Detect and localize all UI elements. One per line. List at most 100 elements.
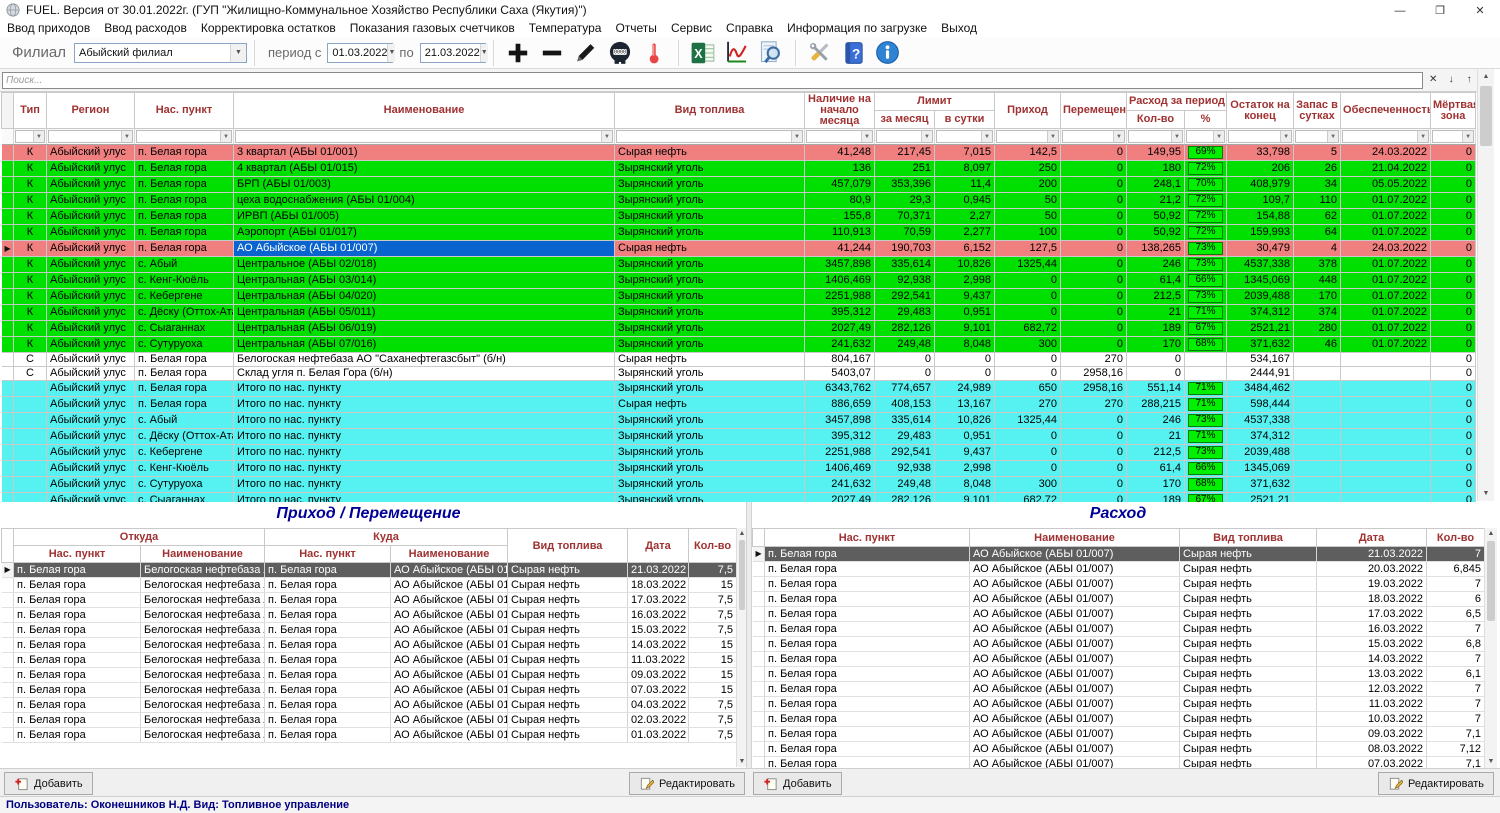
cell-type[interactable]	[14, 429, 47, 445]
expense-row[interactable]: п. Белая гораАО Абыйское (АБЫ 01/007)Сыр…	[753, 697, 1485, 712]
income-row[interactable]: п. Белая гораБелогоская нефтебаза АО "Са…	[2, 683, 737, 698]
cell-fuel[interactable]: Сырая нефть	[508, 623, 628, 638]
cell-region[interactable]: Абыйский улус	[47, 353, 135, 367]
cell-qty[interactable]: 7	[1427, 652, 1485, 667]
cell-fuel[interactable]: Сырая нефть	[1180, 637, 1317, 652]
cell-to-name[interactable]: АО Абыйское (АБЫ 01/007)	[391, 668, 508, 683]
cell-to-settlement[interactable]: п. Белая гора	[265, 638, 391, 653]
cell-transfer[interactable]: 270	[1061, 353, 1127, 367]
cell-name[interactable]: 4 квартал (АБЫ 01/015)	[234, 161, 615, 177]
cell-dead-zone[interactable]: 0	[1431, 445, 1476, 461]
col-header-days-stock[interactable]: Запас в сутках	[1294, 93, 1341, 129]
cell-date[interactable]: 10.03.2022	[1317, 712, 1427, 727]
cell-limit-daily[interactable]: 9,101	[935, 321, 995, 337]
cell-qty[interactable]: 15	[689, 683, 737, 698]
cell-name[interactable]: Склад угля п. Белая Гора (б/н)	[234, 367, 615, 381]
expense-row[interactable]: п. Белая гораАО Абыйское (АБЫ 01/007)Сыр…	[753, 682, 1485, 697]
col-header-to-settlement[interactable]: Нас. пункт	[265, 546, 391, 563]
cell-qty[interactable]: 7,5	[689, 563, 737, 578]
cell-type[interactable]	[14, 397, 47, 413]
cell-limit-daily[interactable]: 8,048	[935, 337, 995, 353]
cell-expense-pct[interactable]	[1185, 367, 1227, 381]
cell-limit-month[interactable]: 29,483	[875, 305, 935, 321]
cell-fuel[interactable]: Сырая нефть	[508, 593, 628, 608]
cell-start-balance[interactable]: 80,9	[805, 193, 875, 209]
cell-expense-qty[interactable]: 61,4	[1127, 461, 1185, 477]
cell-qty[interactable]: 6,5	[1427, 607, 1485, 622]
cell-settlement[interactable]: с. Кебергене	[135, 445, 234, 461]
cell-name[interactable]: Итого по нас. пункту	[234, 445, 615, 461]
cell-supply-until[interactable]	[1341, 461, 1431, 477]
cell-limit-month[interactable]: 70,371	[875, 209, 935, 225]
col-header-name[interactable]: Наименование	[970, 529, 1180, 547]
income-row[interactable]: п. Белая гораБелогоская нефтебаза АО "Са…	[2, 578, 737, 593]
cell-limit-daily[interactable]: 13,167	[935, 397, 995, 413]
cell-days-stock[interactable]: 34	[1294, 177, 1341, 193]
cell-expense-pct[interactable]: 72%	[1185, 225, 1227, 241]
cell-name[interactable]: АО Абыйское (АБЫ 01/007)	[234, 241, 615, 257]
cell-dead-zone[interactable]: 0	[1431, 145, 1476, 161]
cell-date[interactable]: 15.03.2022	[1317, 637, 1427, 652]
search-clear-button[interactable]: ✕	[1425, 71, 1441, 89]
cell-to-name[interactable]: АО Абыйское (АБЫ 01/007)	[391, 728, 508, 743]
cell-start-balance[interactable]: 3457,898	[805, 257, 875, 273]
cell-start-balance[interactable]: 2027,49	[805, 321, 875, 337]
cell-from-settlement[interactable]: п. Белая гора	[14, 623, 141, 638]
cell-name[interactable]: цеха водоснабжения (АБЫ 01/004)	[234, 193, 615, 209]
col-header-settlement[interactable]: Нас. пункт	[135, 93, 234, 129]
cell-limit-daily[interactable]: 2,998	[935, 461, 995, 477]
cell-settlement[interactable]: с. Кебергене	[135, 289, 234, 305]
cell-name[interactable]: Итого по нас. пункту	[234, 477, 615, 493]
cell-expense-pct[interactable]: 68%	[1185, 477, 1227, 493]
cell-from-name[interactable]: Белогоская нефтебаза АО "Са	[141, 623, 265, 638]
cell-to-settlement[interactable]: п. Белая гора	[265, 623, 391, 638]
col-header-settlement[interactable]: Нас. пункт	[765, 529, 970, 547]
cell-limit-daily[interactable]: 0	[935, 353, 995, 367]
fuel-object-row[interactable]: КАбыйский улусп. Белая гора3 квартал (АБ…	[2, 145, 1476, 161]
cell-to-settlement[interactable]: п. Белая гора	[265, 683, 391, 698]
expense-row[interactable]: ▶п. Белая гораАО Абыйское (АБЫ 01/007)Сы…	[753, 547, 1485, 562]
cell-expense-pct[interactable]: 72%	[1185, 161, 1227, 177]
main-grid-scrollbar[interactable]: ▲ ▼	[1477, 69, 1494, 501]
cell-dead-zone[interactable]: 0	[1431, 161, 1476, 177]
cell-fuel[interactable]: Зырянский уголь	[615, 209, 805, 225]
cell-end-balance[interactable]: 3484,462	[1227, 381, 1294, 397]
cell-qty[interactable]: 7,5	[689, 593, 737, 608]
cell-from-settlement[interactable]: п. Белая гора	[14, 578, 141, 593]
cell-settlement[interactable]: п. Белая гора	[135, 209, 234, 225]
cell-settlement[interactable]: п. Белая гора	[765, 592, 970, 607]
excel-export-button[interactable]: X	[686, 38, 720, 68]
col-header-from-name[interactable]: Наименование	[141, 546, 265, 563]
gas-meter-button[interactable]: 0000	[603, 38, 637, 68]
cell-limit-month[interactable]: 249,48	[875, 477, 935, 493]
cell-expense-pct[interactable]: 70%	[1185, 177, 1227, 193]
filter-cell[interactable]: ▼	[1431, 129, 1476, 145]
cell-limit-month[interactable]: 0	[875, 367, 935, 381]
cell-type[interactable]	[14, 413, 47, 429]
cell-transfer[interactable]: 0	[1061, 177, 1127, 193]
cell-settlement[interactable]: с. Сутуруоха	[135, 477, 234, 493]
cell-end-balance[interactable]: 598,444	[1227, 397, 1294, 413]
cell-settlement[interactable]: п. Белая гора	[765, 547, 970, 562]
add-button[interactable]	[501, 38, 535, 68]
cell-name[interactable]: Аэропорт (АБЫ 01/017)	[234, 225, 615, 241]
cell-name[interactable]: Центральное (АБЫ 02/018)	[234, 257, 615, 273]
cell-to-name[interactable]: АО Абыйское (АБЫ 01/007)	[391, 608, 508, 623]
cell-settlement[interactable]: п. Белая гора	[765, 607, 970, 622]
cell-type[interactable]: К	[14, 305, 47, 321]
cell-from-settlement[interactable]: п. Белая гора	[14, 713, 141, 728]
cell-end-balance[interactable]: 374,312	[1227, 305, 1294, 321]
cell-settlement[interactable]: п. Белая гора	[765, 682, 970, 697]
add-income-button[interactable]: Добавить	[4, 772, 93, 795]
cell-end-balance[interactable]: 2039,488	[1227, 445, 1294, 461]
cell-region[interactable]: Абыйский улус	[47, 381, 135, 397]
cell-limit-month[interactable]: 408,153	[875, 397, 935, 413]
col-header-name[interactable]: Наименование	[234, 93, 615, 129]
cell-expense-pct[interactable]: 73%	[1185, 241, 1227, 257]
column-filter-dropdown[interactable]: ▼	[1295, 130, 1339, 143]
fuel-object-row[interactable]: САбыйский улусп. Белая гораСклад угля п.…	[2, 367, 1476, 381]
cell-expense-qty[interactable]: 212,5	[1127, 289, 1185, 305]
cell-expense-qty[interactable]: 21	[1127, 429, 1185, 445]
cell-supply-until[interactable]: 01.07.2022	[1341, 289, 1431, 305]
cell-fuel[interactable]: Сырая нефть	[1180, 697, 1317, 712]
